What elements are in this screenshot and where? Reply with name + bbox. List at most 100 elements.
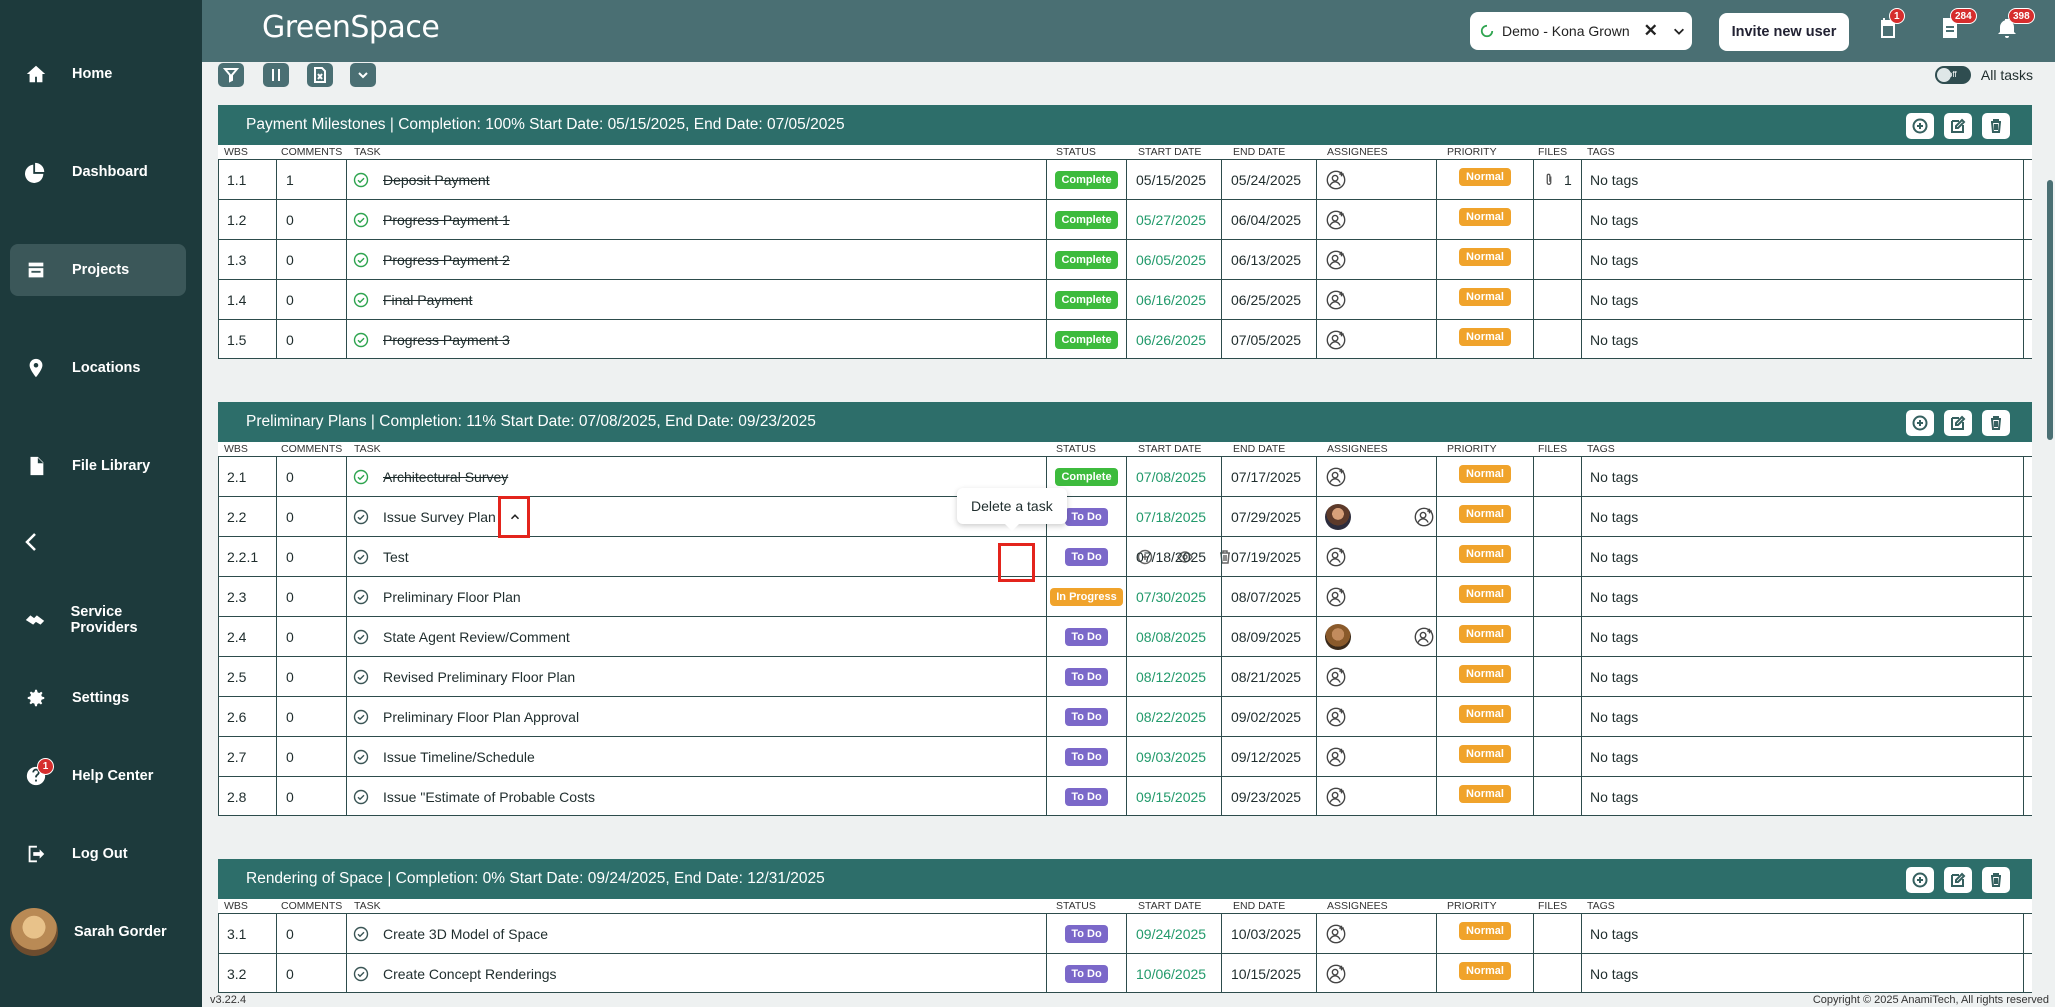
status-cell[interactable]: To Do — [1047, 697, 1127, 736]
sidebar-item-home[interactable]: Home — [10, 48, 186, 100]
assignees-cell[interactable] — [1317, 657, 1437, 696]
files-cell[interactable] — [1534, 777, 1582, 816]
add-assignee-icon[interactable] — [1325, 923, 1347, 945]
assignees-cell[interactable] — [1317, 737, 1437, 776]
comments-cell[interactable]: 0 — [277, 457, 347, 496]
task-cell[interactable]: Issue Timeline/Schedule — [347, 737, 1047, 776]
priority-cell[interactable]: Normal — [1437, 737, 1534, 776]
export-excel-button[interactable] — [307, 63, 333, 87]
add-assignee-icon[interactable] — [1325, 586, 1347, 608]
priority-cell[interactable]: Normal — [1437, 497, 1534, 536]
start-date-cell[interactable]: 07/18/2025 — [1127, 497, 1222, 536]
status-badge[interactable]: To Do — [1065, 507, 1108, 526]
status-badge[interactable]: In Progress — [1050, 587, 1123, 606]
status-cell[interactable]: Complete — [1047, 240, 1127, 279]
delete-group-button[interactable] — [1982, 410, 2010, 436]
priority-cell[interactable]: Normal — [1437, 240, 1534, 279]
start-date-cell[interactable]: 09/24/2025 — [1127, 914, 1222, 953]
comments-cell[interactable]: 0 — [277, 617, 347, 656]
files-cell[interactable] — [1534, 537, 1582, 576]
status-check-icon[interactable] — [353, 589, 383, 605]
task-name[interactable]: Create 3D Model of Space — [383, 926, 548, 942]
start-date-cell[interactable]: 05/27/2025 — [1127, 200, 1222, 239]
status-badge[interactable]: Complete — [1055, 170, 1118, 189]
assignees-cell[interactable] — [1317, 954, 1437, 993]
add-assignee-icon[interactable] — [1325, 169, 1347, 191]
priority-cell[interactable]: Normal — [1437, 657, 1534, 696]
table-row[interactable]: 2.2.1 0 Test To Do 07/18/2025 07/19/2025… — [218, 536, 2032, 576]
files-cell[interactable] — [1534, 697, 1582, 736]
task-cell[interactable]: Final Payment — [347, 280, 1047, 319]
files-cell[interactable] — [1534, 617, 1582, 656]
status-check-icon[interactable] — [353, 749, 383, 765]
task-name[interactable]: Progress Payment 2 — [383, 252, 510, 268]
column-header[interactable]: START DATE — [1138, 146, 1201, 158]
priority-cell[interactable]: Normal — [1437, 160, 1534, 199]
priority-badge[interactable]: Normal — [1459, 785, 1511, 803]
assignees-cell[interactable] — [1317, 777, 1437, 816]
add-assignee-icon[interactable] — [1325, 706, 1347, 728]
toggle-switch[interactable]: off — [1934, 66, 1971, 84]
priority-cell[interactable]: Normal — [1437, 954, 1534, 993]
column-header[interactable]: END DATE — [1233, 900, 1285, 912]
start-date-cell[interactable]: 08/22/2025 — [1127, 697, 1222, 736]
task-cell[interactable]: Issue "Estimate of Probable Costs — [347, 777, 1047, 816]
task-name[interactable]: Architectural Survey — [383, 469, 508, 485]
comments-cell[interactable]: 0 — [277, 320, 347, 359]
priority-cell[interactable]: Normal — [1437, 914, 1534, 953]
add-assignee-icon[interactable] — [1413, 506, 1435, 528]
comments-cell[interactable]: 0 — [277, 280, 347, 319]
priority-cell[interactable]: Normal — [1437, 457, 1534, 496]
end-date-cell[interactable]: 09/02/2025 — [1222, 697, 1317, 736]
status-badge[interactable]: To Do — [1065, 964, 1108, 983]
tags-cell[interactable]: No tags — [1582, 457, 2024, 496]
tags-cell[interactable]: No tags — [1582, 777, 2024, 816]
comments-cell[interactable]: 0 — [277, 497, 347, 536]
tags-cell[interactable]: No tags — [1582, 497, 2024, 536]
completed-check-icon[interactable] — [353, 332, 383, 348]
completed-check-icon[interactable] — [353, 172, 383, 188]
status-check-icon[interactable] — [353, 789, 383, 805]
table-row[interactable]: 1.3 0 Progress Payment 2 Complete 06/05/… — [218, 239, 2032, 279]
task-name[interactable]: Revised Preliminary Floor Plan — [383, 669, 575, 685]
add-assignee-icon[interactable] — [1325, 289, 1347, 311]
assignee-avatar[interactable] — [1325, 623, 1351, 650]
task-name[interactable]: Deposit Payment — [383, 172, 490, 188]
priority-cell[interactable]: Normal — [1437, 280, 1534, 319]
priority-cell[interactable]: Normal — [1437, 320, 1534, 359]
delete-group-button[interactable] — [1982, 867, 2010, 893]
task-name[interactable]: Test — [383, 549, 409, 565]
files-cell[interactable] — [1534, 240, 1582, 279]
task-name[interactable]: Progress Payment 3 — [383, 332, 510, 348]
task-cell[interactable]: Test — [347, 537, 1230, 576]
status-cell[interactable]: To Do — [1047, 777, 1127, 816]
column-header[interactable]: WBS — [224, 900, 248, 912]
sidebar-item-dashboard[interactable]: Dashboard — [10, 146, 186, 198]
task-name[interactable]: Final Payment — [383, 292, 472, 308]
status-badge[interactable]: Complete — [1055, 290, 1118, 309]
column-header[interactable]: ASSIGNEES — [1327, 900, 1388, 912]
add-assignee-icon[interactable] — [1325, 329, 1347, 351]
task-name[interactable]: Create Concept Renderings — [383, 966, 557, 982]
priority-badge[interactable]: Normal — [1459, 288, 1511, 306]
sidebar-item-locations[interactable]: Locations — [10, 342, 186, 394]
assignees-cell[interactable] — [1317, 240, 1437, 279]
all-tasks-toggle[interactable]: off All tasks — [1934, 66, 2033, 84]
sidebar-item-projects[interactable]: Projects — [10, 244, 186, 296]
task-cell[interactable]: Create Concept Renderings — [347, 954, 1047, 993]
task-name[interactable]: State Agent Review/Comment — [383, 629, 570, 645]
assignees-cell[interactable] — [1317, 200, 1437, 239]
priority-badge[interactable]: Normal — [1459, 665, 1511, 683]
column-header[interactable]: TASK — [354, 146, 381, 158]
task-cell[interactable]: Preliminary Floor Plan — [347, 577, 1047, 616]
priority-badge[interactable]: Normal — [1459, 208, 1511, 226]
priority-badge[interactable]: Normal — [1459, 505, 1511, 523]
assignees-cell[interactable] — [1317, 697, 1437, 736]
start-date-cell[interactable]: 08/08/2025 — [1127, 617, 1222, 656]
priority-badge[interactable]: Normal — [1459, 585, 1511, 603]
start-date-cell[interactable]: 07/30/2025 — [1127, 577, 1222, 616]
comments-cell[interactable]: 0 — [277, 537, 347, 576]
start-date-cell[interactable]: 05/15/2025 — [1127, 160, 1222, 199]
sidebar-item-help-center[interactable]: 1 Help Center — [10, 750, 186, 802]
comments-cell[interactable]: 0 — [277, 777, 347, 816]
